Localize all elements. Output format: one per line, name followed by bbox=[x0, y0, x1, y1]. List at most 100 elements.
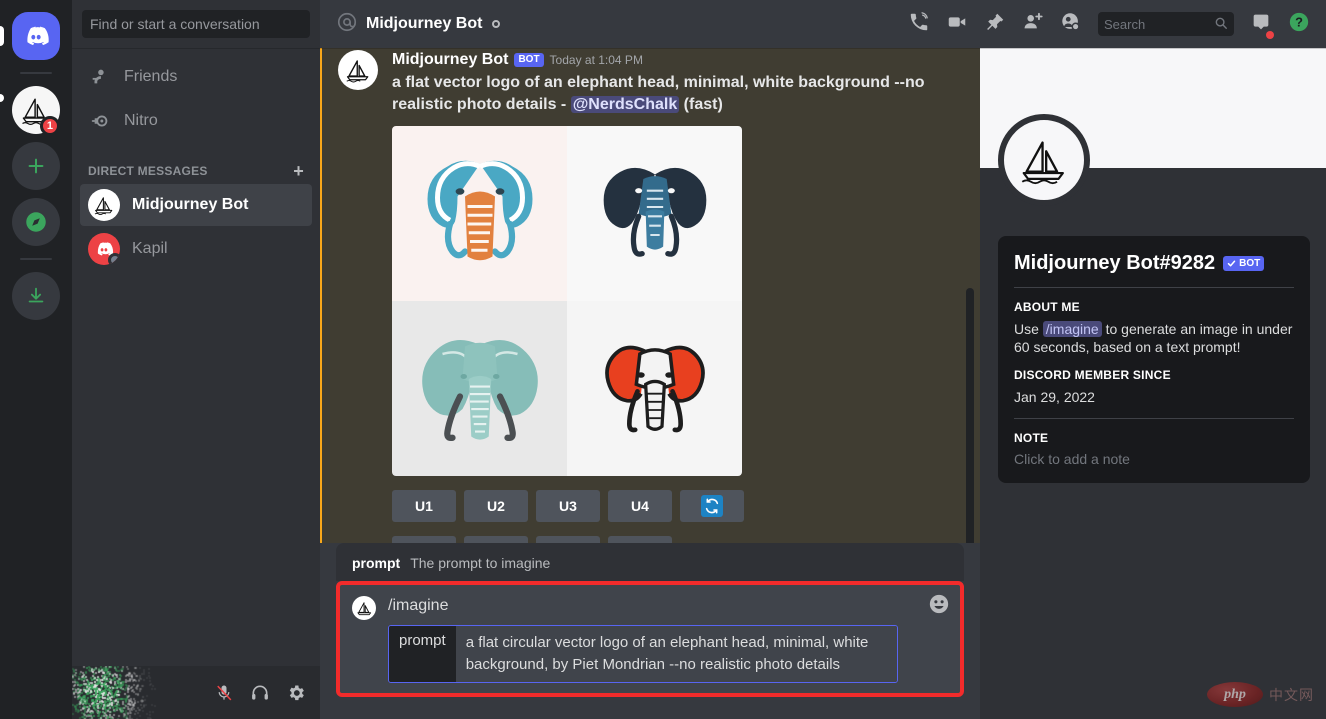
message-author[interactable]: Midjourney Bot bbox=[392, 52, 508, 68]
discord-app: 1 Find or start a conversation bbox=[0, 0, 1326, 719]
u3-button[interactable]: U3 bbox=[536, 490, 600, 522]
command-option-chip[interactable]: prompt a flat circular vector logo of an… bbox=[388, 625, 898, 683]
add-server-button[interactable] bbox=[0, 142, 72, 190]
option-value[interactable]: a flat circular vector logo of an elepha… bbox=[456, 626, 897, 682]
watermark-text: 中文网 bbox=[1269, 685, 1314, 705]
add-friend-icon[interactable] bbox=[1022, 11, 1044, 38]
bot-badge: BOT bbox=[514, 53, 543, 67]
slash-command-text: /imagine bbox=[388, 595, 948, 617]
at-icon bbox=[336, 11, 358, 38]
message-header: Midjourney Bot BOT Today at 1:04 PM bbox=[392, 52, 932, 68]
v2-button[interactable]: V2 bbox=[464, 536, 528, 543]
compass-icon bbox=[12, 198, 60, 246]
avatar bbox=[88, 189, 120, 221]
friends-icon bbox=[88, 65, 112, 89]
v1-button[interactable]: V1 bbox=[392, 536, 456, 543]
member-since-value: Jan 29, 2022 bbox=[1014, 388, 1294, 406]
create-dm-button[interactable]: + bbox=[293, 162, 304, 180]
about-pre: Use bbox=[1014, 321, 1043, 337]
headphones-icon[interactable] bbox=[244, 677, 276, 709]
dm-item-midjourney-bot[interactable]: Midjourney Bot bbox=[80, 184, 312, 226]
note-label: NOTE bbox=[1014, 431, 1294, 445]
message-content: a flat vector logo of an elephant head, … bbox=[392, 72, 932, 116]
option-key: prompt bbox=[389, 626, 456, 682]
profile-name: Midjourney Bot#9282 bbox=[1014, 252, 1215, 275]
generated-image-grid[interactable] bbox=[392, 126, 742, 476]
dm-list: Friends Nitro DIRECT MESSAGES + bbox=[72, 48, 320, 666]
sidebar-item-friends[interactable]: Friends bbox=[80, 56, 312, 98]
server-rail: 1 bbox=[0, 0, 72, 719]
help-icon[interactable]: ? bbox=[1288, 11, 1310, 38]
bot-badge-label: BOT bbox=[1239, 258, 1260, 269]
emoji-icon[interactable] bbox=[928, 593, 950, 620]
avatar[interactable] bbox=[338, 50, 378, 90]
note-input[interactable]: Click to add a note bbox=[1014, 451, 1294, 467]
members-icon[interactable] bbox=[1060, 11, 1082, 38]
redo-icon bbox=[701, 495, 723, 517]
inbox-icon[interactable] bbox=[1250, 11, 1272, 38]
profile-avatar[interactable] bbox=[998, 114, 1090, 206]
dm-item-kapil[interactable]: Kapil bbox=[80, 228, 312, 270]
server-item-midjourney[interactable]: 1 bbox=[0, 86, 72, 134]
u1-button[interactable]: U1 bbox=[392, 490, 456, 522]
user-panel-buttons bbox=[208, 677, 312, 709]
redacted-user-info bbox=[72, 666, 202, 719]
bot-badge: BOT bbox=[1223, 256, 1264, 271]
status-dot-icon bbox=[492, 20, 500, 28]
message-list: Midjourney Bot BOT Today at 1:04 PM a fl… bbox=[320, 48, 980, 543]
search-placeholder: Search bbox=[1104, 17, 1145, 32]
watermark: php 中文网 bbox=[1207, 682, 1314, 707]
profile-card: Midjourney Bot#9282 BOT ABOUT ME Use /im… bbox=[998, 236, 1310, 483]
php-logo: php bbox=[1207, 682, 1263, 707]
v3-button[interactable]: V3 bbox=[536, 536, 600, 543]
download-apps-button[interactable] bbox=[0, 272, 72, 320]
call-icon[interactable] bbox=[908, 11, 930, 38]
v4-button[interactable]: V4 bbox=[608, 536, 672, 543]
message-body: Midjourney Bot BOT Today at 1:04 PM a fl… bbox=[322, 50, 932, 543]
image-cell-3[interactable] bbox=[392, 301, 567, 476]
image-cell-1[interactable] bbox=[392, 126, 567, 301]
channel-header: Midjourney Bot Search bbox=[320, 0, 1326, 48]
u4-button[interactable]: U4 bbox=[608, 490, 672, 522]
conversation-search-bar[interactable]: Find or start a conversation bbox=[72, 0, 320, 48]
command-hint-bar: prompt The prompt to imagine bbox=[336, 543, 964, 581]
composer: prompt The prompt to imagine bbox=[320, 543, 980, 719]
dm-header-label: DIRECT MESSAGES bbox=[88, 164, 208, 178]
avatar bbox=[88, 233, 120, 265]
page-title: Midjourney Bot bbox=[366, 15, 482, 33]
direct-messages-header: DIRECT MESSAGES + bbox=[80, 144, 312, 184]
explore-servers-button[interactable] bbox=[0, 198, 72, 246]
about-me-label: ABOUT ME bbox=[1014, 300, 1294, 314]
server-item-home[interactable] bbox=[0, 12, 72, 60]
header-toolbar: Search ? bbox=[908, 11, 1318, 38]
mic-muted-icon[interactable] bbox=[208, 677, 240, 709]
sidebar-item-nitro[interactable]: Nitro bbox=[80, 100, 312, 142]
pin-icon[interactable] bbox=[984, 11, 1006, 38]
avatar bbox=[352, 596, 376, 620]
message-input[interactable]: /imagine prompt a flat circular vector l… bbox=[340, 585, 960, 693]
about-me-body: Use /imagine to generate an image in und… bbox=[1014, 320, 1294, 356]
search-input[interactable]: Search bbox=[1098, 12, 1234, 36]
message-scrollbar[interactable] bbox=[966, 288, 974, 543]
sidebar-item-label: Nitro bbox=[124, 112, 158, 130]
search-icon bbox=[1214, 16, 1228, 33]
message-timestamp: Today at 1:04 PM bbox=[550, 53, 643, 67]
image-cell-4[interactable] bbox=[567, 301, 742, 476]
gear-icon[interactable] bbox=[280, 677, 312, 709]
command-option-description: The prompt to imagine bbox=[410, 555, 550, 571]
message-text-part2: (fast) bbox=[679, 96, 723, 113]
search-input[interactable]: Find or start a conversation bbox=[82, 10, 310, 38]
image-cell-2[interactable] bbox=[567, 126, 742, 301]
member-since-label: DISCORD MEMBER SINCE bbox=[1014, 368, 1294, 382]
u2-button[interactable]: U2 bbox=[464, 490, 528, 522]
content-row: Midjourney Bot BOT Today at 1:04 PM a fl… bbox=[320, 48, 1326, 719]
mention-chip[interactable]: @NerdsChalk bbox=[571, 96, 680, 113]
reroll-button[interactable] bbox=[680, 490, 744, 522]
video-icon[interactable] bbox=[946, 11, 968, 38]
profile-name-row: Midjourney Bot#9282 BOT bbox=[1014, 252, 1294, 275]
unread-indicator bbox=[1266, 31, 1274, 39]
main-area: Midjourney Bot Search bbox=[320, 0, 1326, 719]
dm-item-label: Kapil bbox=[132, 240, 168, 258]
discord-logo-icon bbox=[12, 12, 60, 60]
check-icon bbox=[1227, 259, 1236, 268]
